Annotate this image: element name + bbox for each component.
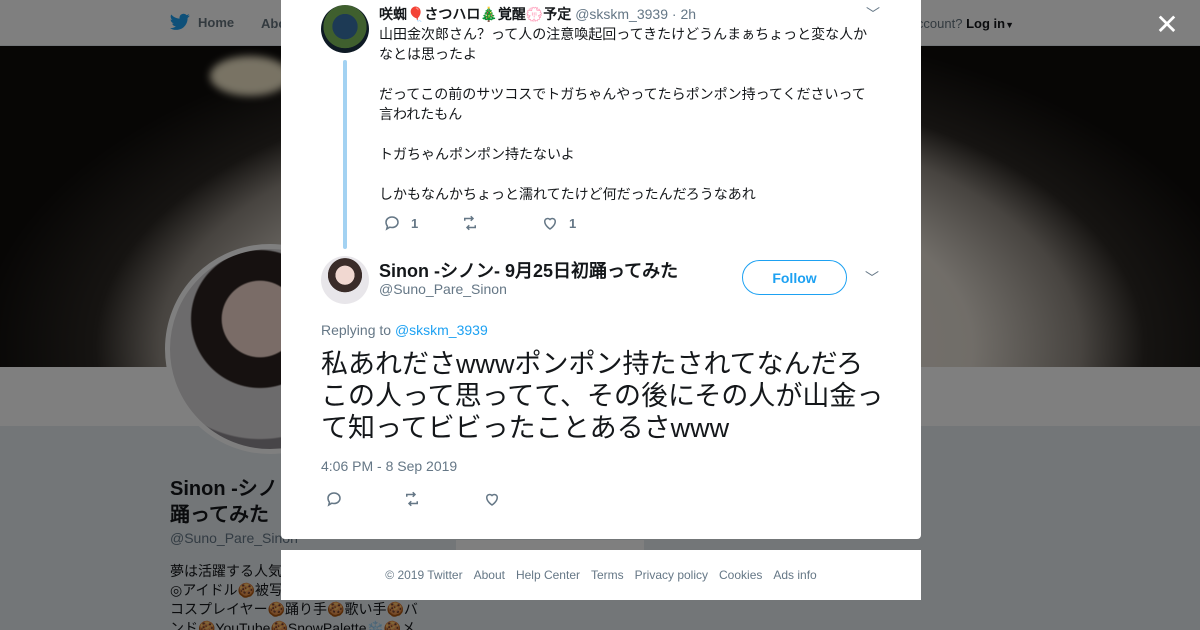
parent-tweet-time[interactable]: · 2h: [672, 6, 696, 22]
footer-link-help-center[interactable]: Help Center: [516, 568, 580, 582]
parent-tweet-author-handle[interactable]: @skskm_3939: [575, 6, 668, 22]
heart-icon: [485, 493, 499, 506]
footer-copyright: © 2019 Twitter: [385, 568, 463, 582]
replying-to-line: Replying to @skskm_3939: [321, 322, 488, 338]
parent-retweet-button[interactable]: [461, 214, 489, 232]
main-tweet-chevron-down-icon[interactable]: ﹀: [865, 268, 879, 288]
tweet-modal: 咲蜘🎈さつハロ🎄覚醒💮予定 @skskm_3939 · 2h ﹀ 山田金次郎さん…: [281, 0, 921, 539]
retweet-icon: [464, 215, 476, 231]
parent-reply-count: 1: [411, 215, 419, 231]
replying-to-link[interactable]: @skskm_3939: [395, 322, 488, 338]
close-icon[interactable]: ✕: [1152, 10, 1182, 40]
reply-icon: [327, 492, 341, 507]
main-like-button[interactable]: [483, 490, 501, 508]
main-tweet-text: 私あれださwwwポンポン持たされてなんだろこの人って思ってて、その後にその人が山…: [321, 349, 884, 443]
reply-icon: [385, 216, 399, 231]
retweet-icon: [406, 491, 418, 507]
parent-like-count: 1: [569, 215, 577, 231]
modal-footer: © 2019 Twitter About Help Center Terms P…: [281, 550, 921, 600]
main-tweet-author-handle[interactable]: @Suno_Pare_Sinon: [379, 281, 507, 297]
follow-button[interactable]: Follow: [742, 260, 847, 295]
thread-connector-line: [343, 60, 347, 249]
main-tweet-timestamp[interactable]: 4:06 PM - 8 Sep 2019: [321, 458, 457, 474]
main-reply-button[interactable]: [325, 490, 343, 508]
main-tweet-avatar[interactable]: [321, 256, 369, 304]
parent-tweet-text: 山田金次郎さん？って人の注意喚起回ってきたけどうんまぁちょっと変な人かなとは思っ…: [379, 26, 868, 202]
footer-link-cookies[interactable]: Cookies: [719, 568, 762, 582]
parent-reply-button[interactable]: 1: [383, 214, 418, 232]
footer-link-privacy-policy[interactable]: Privacy policy: [635, 568, 708, 582]
parent-tweet-chevron-down-icon[interactable]: ﹀: [866, 4, 880, 24]
parent-tweet-avatar[interactable]: [321, 5, 369, 53]
main-retweet-button[interactable]: [403, 490, 421, 508]
parent-tweet-header: 咲蜘🎈さつハロ🎄覚醒💮予定 @skskm_3939 · 2h: [379, 4, 696, 24]
footer-link-about[interactable]: About: [474, 568, 505, 582]
main-tweet-author-name[interactable]: Sinon -シノン- 9月25日初踊ってみた: [379, 257, 678, 283]
replying-to-prefix: Replying to: [321, 322, 392, 338]
footer-link-ads-info[interactable]: Ads info: [773, 568, 816, 582]
heart-icon: [543, 217, 557, 230]
parent-tweet-author-name[interactable]: 咲蜘🎈さつハロ🎄覚醒💮予定: [379, 6, 571, 22]
parent-like-button[interactable]: 1: [541, 214, 576, 232]
footer-link-terms[interactable]: Terms: [591, 568, 624, 582]
